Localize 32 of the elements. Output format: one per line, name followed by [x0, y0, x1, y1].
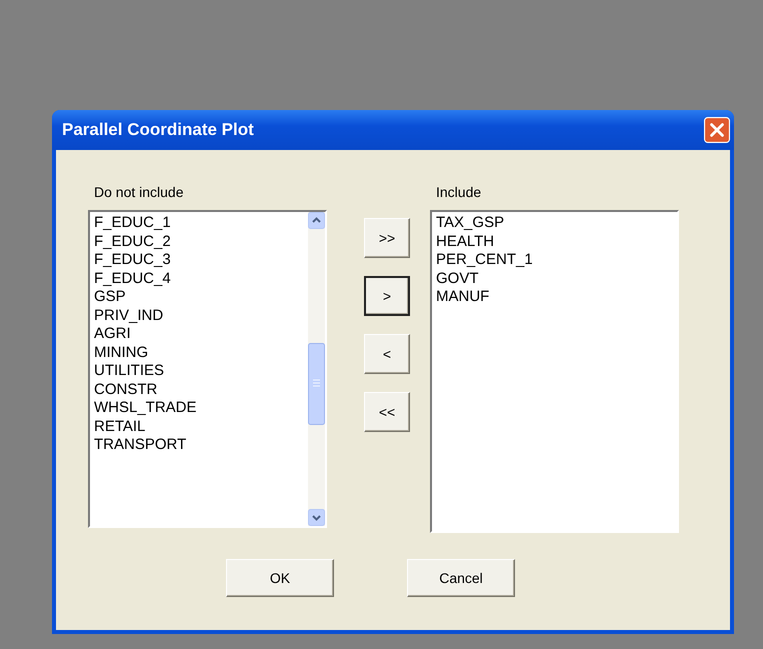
scrollbar[interactable]	[308, 212, 325, 526]
list-item[interactable]: PER_CENT_1	[436, 251, 677, 270]
list-item[interactable]: F_EDUC_2	[94, 232, 308, 251]
scroll-up-icon[interactable]	[308, 212, 325, 229]
scroll-down-icon[interactable]	[308, 509, 325, 526]
ok-button[interactable]: OK	[226, 559, 334, 597]
move-button[interactable]: <<	[364, 392, 410, 432]
list-label: Include	[436, 184, 482, 200]
move-button[interactable]: >	[364, 276, 410, 316]
list-item[interactable]: F_EDUC_1	[94, 214, 308, 232]
scroll-thumb[interactable]	[308, 343, 325, 425]
move-button[interactable]: >>	[364, 218, 410, 258]
list-item[interactable]: UTILITIES	[94, 362, 308, 380]
list-item[interactable]: F_EDUC_4	[94, 270, 308, 288]
list-item[interactable]: TAX_GSP	[436, 214, 677, 232]
list-item[interactable]: WHSL_TRADE	[94, 399, 308, 418]
window-title: Parallel Coordinate Plot	[62, 120, 254, 140]
list-item[interactable]: AGRI	[94, 325, 308, 344]
list-item[interactable]: TRANSPORT	[94, 436, 308, 454]
move-button[interactable]: <	[364, 334, 410, 374]
list-item[interactable]: MANUF	[436, 288, 677, 306]
list-item[interactable]: GSP	[94, 288, 308, 306]
list-item[interactable]: GOVT	[436, 270, 677, 288]
list-item[interactable]: F_EDUC_3	[94, 251, 308, 270]
list-label: Do not include	[94, 184, 185, 200]
list-item[interactable]: HEALTH	[436, 232, 677, 251]
close-icon[interactable]	[704, 117, 730, 143]
list-item[interactable]: PRIV_IND	[94, 306, 308, 325]
list-item[interactable]: CONSTR	[94, 380, 308, 399]
list-item[interactable]: RETAIL	[94, 418, 308, 436]
list-item[interactable]: MINING	[94, 344, 308, 362]
cancel-button[interactable]: Cancel	[407, 559, 515, 597]
